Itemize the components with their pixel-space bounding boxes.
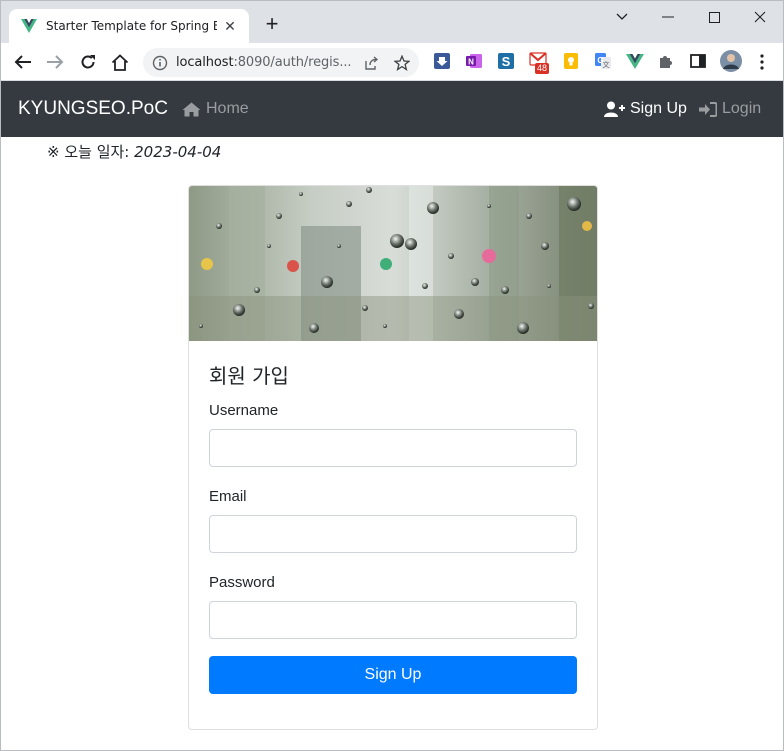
sidebar-icon[interactable] xyxy=(689,52,707,70)
vue-devtools-icon[interactable] xyxy=(626,52,644,70)
tab-strip: Starter Template for Spring Boot ✕ + xyxy=(1,1,783,43)
user-plus-icon xyxy=(604,101,625,117)
url-path: :8090/auth/regis... xyxy=(233,55,352,70)
email-label: Email xyxy=(209,488,247,505)
keep-extension-icon[interactable] xyxy=(562,52,580,70)
s-extension-icon[interactable]: S xyxy=(497,52,515,70)
gmail-badge: 48 xyxy=(535,63,550,74)
nav-home-label: Home xyxy=(206,100,249,117)
browser-toolbar: localhost:8090/auth/regis... N S 48 G 文 xyxy=(1,43,783,81)
password-input[interactable] xyxy=(209,601,577,639)
forward-arrow-icon[interactable] xyxy=(43,50,67,74)
tab-title: Starter Template for Spring Boot xyxy=(46,19,217,33)
svg-text:N: N xyxy=(468,58,474,67)
signup-card: 회원 가입 Username Email Password Sign Up xyxy=(188,185,598,730)
new-tab-plus-icon[interactable]: + xyxy=(261,13,283,36)
svg-text:文: 文 xyxy=(603,60,610,69)
nav-login-link[interactable]: Login xyxy=(699,100,761,118)
onenote-extension-icon[interactable]: N xyxy=(465,52,483,70)
gmail-extension[interactable]: 48 xyxy=(529,51,551,77)
browser-tab[interactable]: Starter Template for Spring Boot ✕ xyxy=(9,9,249,43)
home-icon[interactable] xyxy=(108,50,132,74)
rain-window-banner-image xyxy=(189,186,597,341)
today-date-line: ※ 오늘 일자: 2023-04-04 xyxy=(47,141,221,162)
window-close-icon[interactable] xyxy=(737,5,783,29)
download-extension-icon[interactable] xyxy=(433,52,451,70)
email-input[interactable] xyxy=(209,515,577,553)
nav-signup-link[interactable]: Sign Up xyxy=(604,100,687,118)
username-input[interactable] xyxy=(209,429,577,467)
address-bar[interactable]: localhost:8090/auth/regis... xyxy=(143,48,419,77)
translate-extension-icon[interactable]: G 文 xyxy=(594,52,612,70)
share-icon[interactable] xyxy=(364,55,380,71)
browser-window: Starter Template for Spring Boot ✕ + xyxy=(0,0,784,751)
info-icon[interactable] xyxy=(152,55,168,71)
navbar-brand[interactable]: KYUNGSEO.PoC xyxy=(18,98,168,120)
home-icon xyxy=(182,102,201,116)
navbar: KYUNGSEO.PoC Home Sign Up Login xyxy=(1,81,783,137)
svg-text:S: S xyxy=(502,54,511,69)
minimize-icon[interactable] xyxy=(645,5,691,29)
menu-dots-icon[interactable] xyxy=(759,53,765,71)
profile-avatar-icon[interactable] xyxy=(719,49,743,73)
signup-submit-button[interactable]: Sign Up xyxy=(209,656,577,694)
reload-icon[interactable] xyxy=(76,50,100,74)
nav-signup-label: Sign Up xyxy=(630,100,687,117)
chevron-down-icon[interactable] xyxy=(599,5,645,29)
today-prefix: ※ 오늘 일자: xyxy=(47,143,130,161)
puzzle-icon[interactable] xyxy=(657,52,675,70)
sign-in-icon xyxy=(699,101,717,117)
star-icon[interactable] xyxy=(394,54,410,71)
nav-home-link[interactable]: Home xyxy=(182,100,249,118)
url-text: localhost:8090/auth/regis... xyxy=(176,55,364,70)
vue-favicon-icon xyxy=(21,19,37,33)
form-title: 회원 가입 xyxy=(209,364,289,388)
nav-login-label: Login xyxy=(722,100,762,117)
password-label: Password xyxy=(209,574,275,591)
tab-close-icon[interactable]: ✕ xyxy=(221,17,239,35)
page-viewport: KYUNGSEO.PoC Home Sign Up Login ※ 오늘 일자:… xyxy=(1,81,783,750)
today-date: 2023-04-04 xyxy=(134,143,222,161)
username-label: Username xyxy=(209,402,279,419)
back-arrow-icon[interactable] xyxy=(11,50,35,74)
url-host: localhost xyxy=(176,55,234,70)
maximize-icon[interactable] xyxy=(691,5,737,29)
